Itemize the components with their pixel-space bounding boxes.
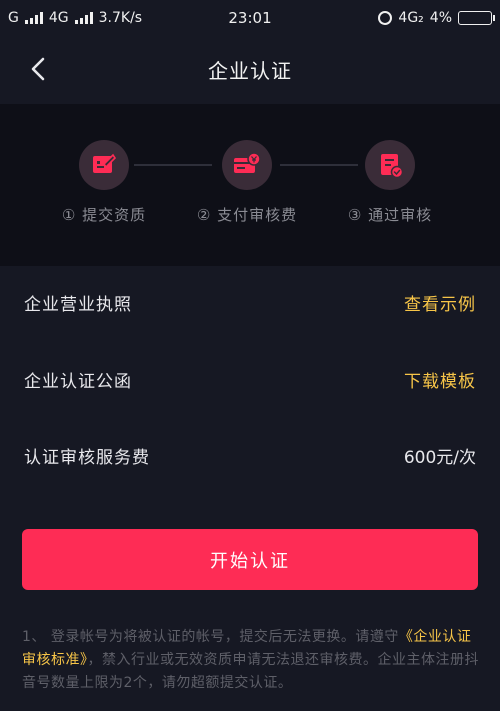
approved-badge-icon	[381, 154, 404, 179]
document-edit-icon	[93, 153, 117, 173]
notice-text: 1、 登录帐号为将被认证的帐号，提交后无法更换。请遵守《企业认证审核标准》，禁入…	[22, 626, 482, 695]
step-label: ③ 通过审核	[347, 206, 433, 224]
status-right: 4G₂ 4%	[378, 10, 495, 26]
step-circle	[222, 140, 272, 190]
license-label: 企业营业执照	[24, 294, 132, 315]
status-bar: G 4G 3.7K/s 23:01 4G₂ 4%	[0, 0, 500, 36]
network-label: 4G	[48, 10, 69, 26]
notice-part-1: 1、 登录帐号为将被认证的帐号，提交后无法更换。请遵守	[22, 629, 399, 645]
letter-row: 企业认证公函 下载模板	[0, 359, 500, 399]
signal-icon-2	[74, 12, 93, 24]
alarm-icon	[378, 11, 393, 25]
notice-part-2: ，禁入行业或无效资质申请无法退还审核费。企业主体注册抖音号数量上限为2个，请勿超…	[22, 652, 479, 691]
status-time: 23:01	[228, 9, 272, 27]
network-right-label: 4G₂	[398, 10, 424, 26]
step-circle	[79, 140, 129, 190]
carrier-label: G	[8, 10, 19, 26]
start-verification-button[interactable]: 开始认证	[22, 529, 478, 590]
battery-percent: 4%	[429, 10, 452, 26]
status-left: G 4G 3.7K/s	[8, 10, 142, 26]
network-speed: 3.7K/s	[98, 10, 143, 26]
battery-icon	[458, 11, 495, 25]
payment-card-icon	[234, 152, 261, 173]
step-submit: ① 提交资质	[34, 140, 174, 225]
step-label: ② 支付审核费	[196, 206, 298, 224]
view-example-link[interactable]: 查看示例	[404, 290, 476, 315]
signal-icon	[24, 12, 43, 24]
license-row: 企业营业执照 查看示例	[0, 282, 500, 322]
fee-row: 认证审核服务费 600元/次	[0, 435, 500, 475]
download-template-link[interactable]: 下载模板	[404, 367, 476, 392]
nav-bar: 企业认证	[0, 36, 500, 102]
step-pay: ② 支付审核费	[177, 140, 317, 225]
step-circle	[365, 140, 415, 190]
step-approved: ③ 通过审核	[320, 140, 460, 225]
steps-panel: ① 提交资质 ② 支付审核费 ③ 通过审核	[0, 104, 500, 266]
back-arrow-icon[interactable]	[26, 56, 52, 82]
step-label: ① 提交资质	[61, 206, 147, 224]
page-title: 企业认证	[208, 58, 292, 83]
letter-label: 企业认证公函	[24, 371, 132, 392]
fee-value: 600元/次	[403, 447, 476, 468]
fee-label: 认证审核服务费	[24, 447, 150, 468]
